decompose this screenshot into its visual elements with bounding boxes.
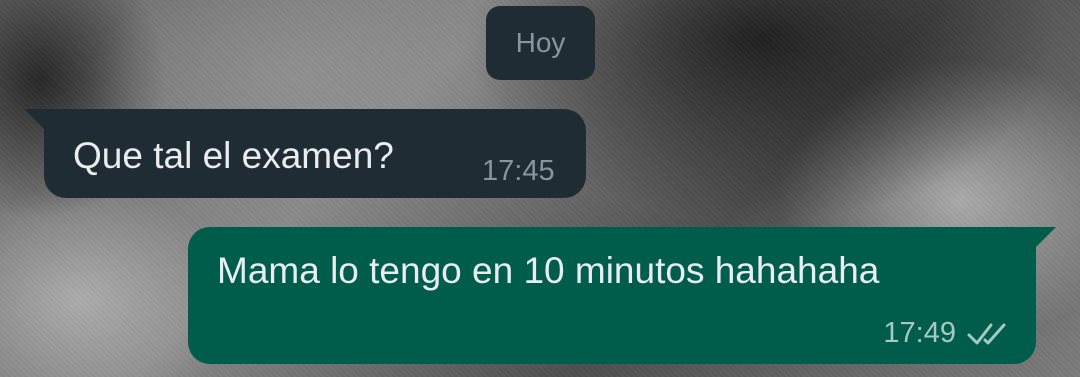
message-text: Que tal el examen? — [73, 135, 394, 176]
incoming-message-bubble[interactable]: Que tal el examen? 17:45 — [24, 109, 586, 198]
double-check-icon — [967, 323, 1006, 344]
date-separator: Hoy — [486, 6, 595, 80]
outgoing-message-bubble[interactable]: Mama lo tengo en 10 minutos hahahaha 17:… — [188, 227, 1056, 364]
date-separator-label: Hoy — [515, 27, 566, 58]
bubble-tail — [1034, 227, 1056, 249]
message-timestamp: 17:49 — [883, 317, 956, 349]
message-text: Mama lo tengo en 10 minutos hahahaha — [217, 250, 880, 291]
message-meta: 17:49 — [883, 317, 1010, 350]
message-timestamp: 17:45 — [482, 155, 555, 187]
bubble-tail — [24, 109, 46, 131]
